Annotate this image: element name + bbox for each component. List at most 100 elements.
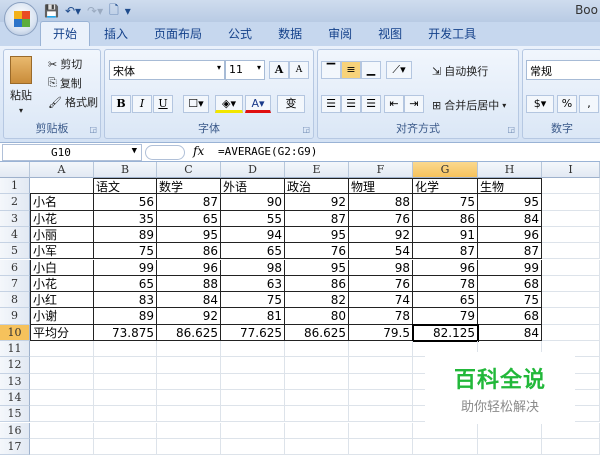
row-header-16[interactable]: 16 [0, 422, 30, 439]
shrink-font-button[interactable]: A [289, 61, 309, 79]
increase-indent-icon[interactable]: ⇥ [404, 95, 424, 113]
cell-E8[interactable]: 82 [285, 292, 349, 309]
cell-D2[interactable]: 90 [221, 194, 285, 211]
tab-7[interactable]: 开发工具 [416, 22, 488, 46]
cell-G6[interactable]: 96 [413, 259, 478, 276]
cell-F16[interactable] [349, 422, 413, 439]
cell-I9[interactable] [542, 308, 600, 325]
cell-F1[interactable]: 物理 [349, 178, 413, 195]
tab-3[interactable]: 公式 [216, 22, 264, 46]
redo-icon[interactable]: ↷▾ [87, 4, 103, 18]
copy-button[interactable]: ⎘ 复制 [48, 75, 82, 91]
cell-B7[interactable]: 65 [94, 275, 157, 293]
cell-D13[interactable] [221, 373, 285, 390]
customize-qat-icon[interactable]: ▾ [125, 4, 131, 18]
cell-H3[interactable]: 84 [478, 210, 542, 227]
cell-E1[interactable]: 政治 [285, 178, 349, 195]
row-header-13[interactable]: 13 [0, 373, 30, 390]
cell-H9[interactable]: 68 [478, 308, 542, 325]
font-name-select[interactable]: 宋体 ▾ [109, 60, 225, 80]
cell-D1[interactable]: 外语 [221, 178, 285, 195]
cut-button[interactable]: ✂ 剪切 [48, 56, 82, 72]
cell-G8[interactable]: 65 [413, 292, 478, 309]
cell-F8[interactable]: 74 [349, 292, 413, 309]
font-size-select[interactable]: 11 ▾ [225, 60, 265, 80]
cell-B3[interactable]: 35 [94, 210, 157, 227]
cell-F2[interactable]: 88 [349, 194, 413, 211]
cell-E10[interactable]: 86.625 [285, 324, 349, 341]
cell-D3[interactable]: 55 [221, 210, 285, 227]
grow-font-button[interactable]: A [269, 61, 289, 79]
cell-A10[interactable]: 平均分 [30, 324, 94, 341]
cell-A11[interactable] [30, 341, 94, 358]
cell-B14[interactable] [94, 389, 157, 407]
cell-I3[interactable] [542, 210, 600, 227]
cell-D9[interactable]: 81 [221, 308, 285, 325]
merge-center-button[interactable]: ⊞ 合并后居中 ▾ [432, 97, 506, 113]
cell-E15[interactable] [285, 406, 349, 423]
bold-button[interactable]: B [111, 95, 131, 113]
align-bottom-icon[interactable]: ▁ [361, 61, 381, 79]
cell-A2[interactable]: 小名 [30, 194, 94, 211]
cell-F13[interactable] [349, 373, 413, 390]
cell-D6[interactable]: 98 [221, 259, 285, 276]
cell-H10[interactable]: 84 [478, 324, 542, 341]
cell-G2[interactable]: 75 [413, 194, 478, 211]
tab-1[interactable]: 插入 [92, 22, 140, 46]
cell-C12[interactable] [157, 357, 221, 374]
cell-E4[interactable]: 95 [285, 226, 349, 244]
cell-A6[interactable]: 小白 [30, 259, 94, 276]
cell-A8[interactable]: 小红 [30, 292, 94, 309]
row-header-11[interactable]: 11 [0, 341, 30, 358]
cell-A5[interactable]: 小军 [30, 243, 94, 260]
cell-H6[interactable]: 99 [478, 259, 542, 276]
row-header-1[interactable]: 1 [0, 178, 30, 195]
cell-C16[interactable] [157, 422, 221, 439]
cell-F9[interactable]: 78 [349, 308, 413, 325]
cell-B17[interactable] [94, 438, 157, 455]
save-icon[interactable]: 💾 [44, 4, 59, 18]
row-header-9[interactable]: 9 [0, 308, 30, 325]
phonetic-button[interactable]: 变 [277, 95, 305, 113]
align-right-icon[interactable]: ☰ [361, 95, 381, 113]
cell-C17[interactable] [157, 438, 221, 455]
row-header-12[interactable]: 12 [0, 357, 30, 374]
cell-D4[interactable]: 94 [221, 226, 285, 244]
cell-A16[interactable] [30, 422, 94, 439]
dialog-launcher-icon[interactable]: ◲ [89, 125, 97, 134]
cell-B15[interactable] [94, 406, 157, 423]
cell-H7[interactable]: 68 [478, 275, 542, 293]
cell-F7[interactable]: 76 [349, 275, 413, 293]
cell-H4[interactable]: 96 [478, 226, 542, 244]
cell-F14[interactable] [349, 389, 413, 407]
cell-E9[interactable]: 80 [285, 308, 349, 325]
cell-E17[interactable] [285, 438, 349, 455]
cell-C3[interactable]: 65 [157, 210, 221, 227]
decrease-indent-icon[interactable]: ⇤ [384, 95, 404, 113]
cell-E7[interactable]: 86 [285, 275, 349, 293]
cell-E3[interactable]: 87 [285, 210, 349, 227]
cell-D14[interactable] [221, 389, 285, 407]
cell-B2[interactable]: 56 [94, 194, 157, 211]
cell-E13[interactable] [285, 373, 349, 390]
cell-G1[interactable]: 化学 [413, 178, 478, 195]
insert-function-button[interactable]: fx [193, 144, 204, 158]
tab-0[interactable]: 开始 [40, 21, 91, 46]
cell-C14[interactable] [157, 389, 221, 407]
cell-D10[interactable]: 77.625 [221, 324, 285, 341]
row-header-10[interactable]: 10 [0, 324, 30, 341]
cell-A17[interactable] [30, 438, 94, 455]
cell-F17[interactable] [349, 438, 413, 455]
row-header-2[interactable]: 2 [0, 194, 30, 211]
row-header-4[interactable]: 4 [0, 226, 30, 244]
orientation-icon[interactable]: ⟋▾ [386, 61, 412, 79]
cell-C8[interactable]: 84 [157, 292, 221, 309]
cell-H1[interactable]: 生物 [478, 178, 542, 195]
cell-B6[interactable]: 99 [94, 259, 157, 276]
cell-I4[interactable] [542, 226, 600, 244]
column-header-E[interactable]: E [285, 162, 349, 178]
cell-I5[interactable] [542, 243, 600, 260]
align-top-icon[interactable]: ▔ [321, 61, 341, 79]
cell-F3[interactable]: 76 [349, 210, 413, 227]
cell-E2[interactable]: 92 [285, 194, 349, 211]
